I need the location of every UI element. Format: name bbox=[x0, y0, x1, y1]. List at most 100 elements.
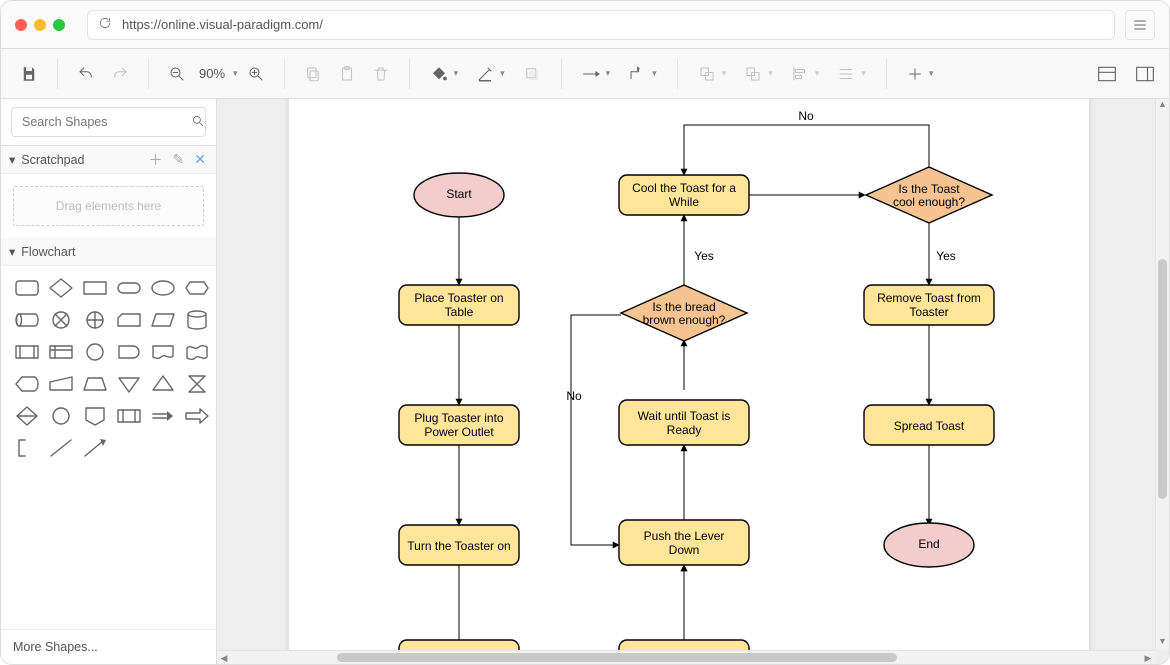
shape-line[interactable] bbox=[47, 436, 75, 460]
shape-arrow[interactable] bbox=[183, 404, 211, 428]
search-input[interactable] bbox=[20, 114, 185, 130]
line-color-button[interactable]: ▾ bbox=[468, 58, 513, 90]
search-icon[interactable] bbox=[191, 114, 205, 131]
shape-cylinder-v[interactable] bbox=[183, 308, 211, 332]
shape-triangle-down[interactable] bbox=[115, 372, 143, 396]
to-back-button[interactable]: ▾ bbox=[736, 58, 781, 90]
shape-trapezoid[interactable] bbox=[81, 372, 109, 396]
fill-color-button[interactable]: ▾ bbox=[422, 58, 467, 90]
scroll-right-arrow[interactable]: ▶ bbox=[1141, 651, 1155, 664]
zoom-out-button[interactable] bbox=[161, 58, 193, 90]
shape-display[interactable] bbox=[13, 372, 41, 396]
app-menu-button[interactable] bbox=[1125, 10, 1155, 40]
node-turn-on[interactable]: Turn the Toaster on bbox=[399, 525, 519, 565]
connector-style-button[interactable]: ▾ bbox=[574, 58, 619, 90]
shape-rectangle[interactable] bbox=[81, 276, 109, 300]
copy-button[interactable] bbox=[297, 58, 329, 90]
shape-triangle-up[interactable] bbox=[149, 372, 177, 396]
maximize-window-button[interactable] bbox=[53, 19, 65, 31]
shape-offpage[interactable] bbox=[81, 404, 109, 428]
shape-delay[interactable] bbox=[115, 340, 143, 364]
shape-hourglass[interactable] bbox=[183, 372, 211, 396]
to-front-button[interactable]: ▾ bbox=[690, 58, 735, 90]
scroll-up-arrow[interactable]: ▲ bbox=[1156, 99, 1169, 113]
toggle-format-panel-button[interactable] bbox=[1091, 58, 1123, 90]
node-partial-bottom-left[interactable] bbox=[399, 640, 519, 650]
vertical-scroll-thumb[interactable] bbox=[1158, 259, 1167, 499]
waypoint-style-button[interactable]: ▾ bbox=[620, 58, 665, 90]
delete-button[interactable] bbox=[365, 58, 397, 90]
horizontal-scrollbar[interactable]: ◀ ▶ bbox=[217, 650, 1155, 664]
shape-circle-plus[interactable] bbox=[81, 308, 109, 332]
shape-predefined[interactable] bbox=[13, 340, 41, 364]
shape-ellipse[interactable] bbox=[149, 276, 177, 300]
node-cool-toast[interactable]: Cool the Toast for a While bbox=[619, 175, 749, 215]
toggle-outline-panel-button[interactable] bbox=[1129, 58, 1161, 90]
shape-terminator[interactable] bbox=[115, 276, 143, 300]
scroll-left-arrow[interactable]: ◀ bbox=[217, 651, 231, 664]
shape-sort[interactable] bbox=[13, 404, 41, 428]
node-remove-toast[interactable]: Remove Toast from Toaster bbox=[864, 285, 994, 325]
svg-text:cool enough?: cool enough? bbox=[893, 195, 965, 209]
node-place-toaster[interactable]: Place Toaster on Table bbox=[399, 285, 519, 325]
align-button[interactable]: ▾ bbox=[783, 58, 828, 90]
node-end[interactable]: End bbox=[884, 523, 974, 567]
scratchpad-add-icon[interactable]: ＋ bbox=[147, 150, 165, 170]
shape-document[interactable] bbox=[149, 340, 177, 364]
shape-circle[interactable] bbox=[81, 340, 109, 364]
shape-annotation[interactable] bbox=[13, 436, 41, 460]
node-spread-toast[interactable]: Spread Toast bbox=[864, 405, 994, 445]
undo-button[interactable] bbox=[70, 58, 102, 90]
horizontal-scroll-thumb[interactable] bbox=[337, 653, 897, 662]
node-plug-toaster[interactable]: Plug Toaster into Power Outlet bbox=[399, 405, 519, 445]
shape-manual-input[interactable] bbox=[47, 372, 75, 396]
save-button[interactable] bbox=[13, 58, 45, 90]
app-window: 90% ▾ ▾ ▾ ▾ ▾ ▾ ▾ ▾ ▾ ▾ bbox=[0, 0, 1170, 665]
shape-hexagon[interactable] bbox=[183, 276, 211, 300]
shape-cylinder-h[interactable] bbox=[13, 308, 41, 332]
distribute-button[interactable]: ▾ bbox=[829, 58, 874, 90]
flowchart-header[interactable]: ▾ Flowchart bbox=[1, 238, 216, 266]
insert-button[interactable]: ▾ bbox=[899, 58, 942, 90]
shape-card[interactable] bbox=[115, 308, 143, 332]
url-input[interactable] bbox=[120, 16, 1104, 33]
zoom-dropdown-caret[interactable]: ▾ bbox=[233, 68, 238, 79]
scratchpad-header[interactable]: ▾ Scratchpad ＋ ✎ ✕ bbox=[1, 146, 216, 174]
shape-diamond[interactable] bbox=[47, 276, 75, 300]
shape-tape[interactable] bbox=[183, 340, 211, 364]
shape-parallelogram[interactable] bbox=[149, 308, 177, 332]
more-shapes-link[interactable]: More Shapes... bbox=[1, 629, 216, 664]
node-start[interactable]: Start bbox=[414, 173, 504, 217]
shape-stored-data[interactable] bbox=[115, 404, 143, 428]
node-partial-bottom-mid[interactable] bbox=[619, 640, 749, 650]
node-wait-ready[interactable]: Wait until Toast is Ready bbox=[619, 400, 749, 445]
drawing-paper[interactable]: Yes No No Yes bbox=[289, 99, 1089, 650]
address-bar[interactable] bbox=[87, 10, 1115, 40]
zoom-in-button[interactable] bbox=[240, 58, 272, 90]
node-push-lever[interactable]: Push the Lever Down bbox=[619, 520, 749, 565]
shape-line-arrow[interactable] bbox=[81, 436, 109, 460]
node-decision-bread[interactable]: Is the bread brown enough? bbox=[621, 285, 747, 341]
canvas[interactable]: Yes No No Yes bbox=[217, 99, 1169, 664]
redo-button[interactable] bbox=[104, 58, 136, 90]
shadow-button[interactable] bbox=[515, 58, 549, 90]
scratchpad-dropzone[interactable]: Drag elements here bbox=[13, 186, 204, 226]
node-decision-cool[interactable]: Is the Toast cool enough? bbox=[866, 167, 992, 223]
zoom-level[interactable]: 90% bbox=[195, 66, 229, 81]
close-window-button[interactable] bbox=[15, 19, 27, 31]
shape-internal-storage[interactable] bbox=[47, 340, 75, 364]
toolbar: 90% ▾ ▾ ▾ ▾ ▾ ▾ ▾ ▾ ▾ ▾ bbox=[1, 49, 1169, 99]
shape-connector-circle[interactable] bbox=[47, 404, 75, 428]
shape-rectangle-rounded[interactable] bbox=[13, 276, 41, 300]
shape-transfer[interactable] bbox=[149, 404, 177, 428]
reload-icon[interactable] bbox=[98, 16, 112, 33]
scratchpad-close-icon[interactable]: ✕ bbox=[192, 151, 208, 168]
scratchpad-edit-icon[interactable]: ✎ bbox=[171, 151, 187, 168]
paste-button[interactable] bbox=[331, 58, 363, 90]
scroll-down-arrow[interactable]: ▼ bbox=[1156, 636, 1169, 650]
shape-search[interactable] bbox=[11, 107, 206, 137]
diagram[interactable]: Yes No No Yes bbox=[289, 99, 1089, 650]
shape-circle-cross[interactable] bbox=[47, 308, 75, 332]
vertical-scrollbar[interactable]: ▲ ▼ bbox=[1155, 99, 1169, 650]
minimize-window-button[interactable] bbox=[34, 19, 46, 31]
